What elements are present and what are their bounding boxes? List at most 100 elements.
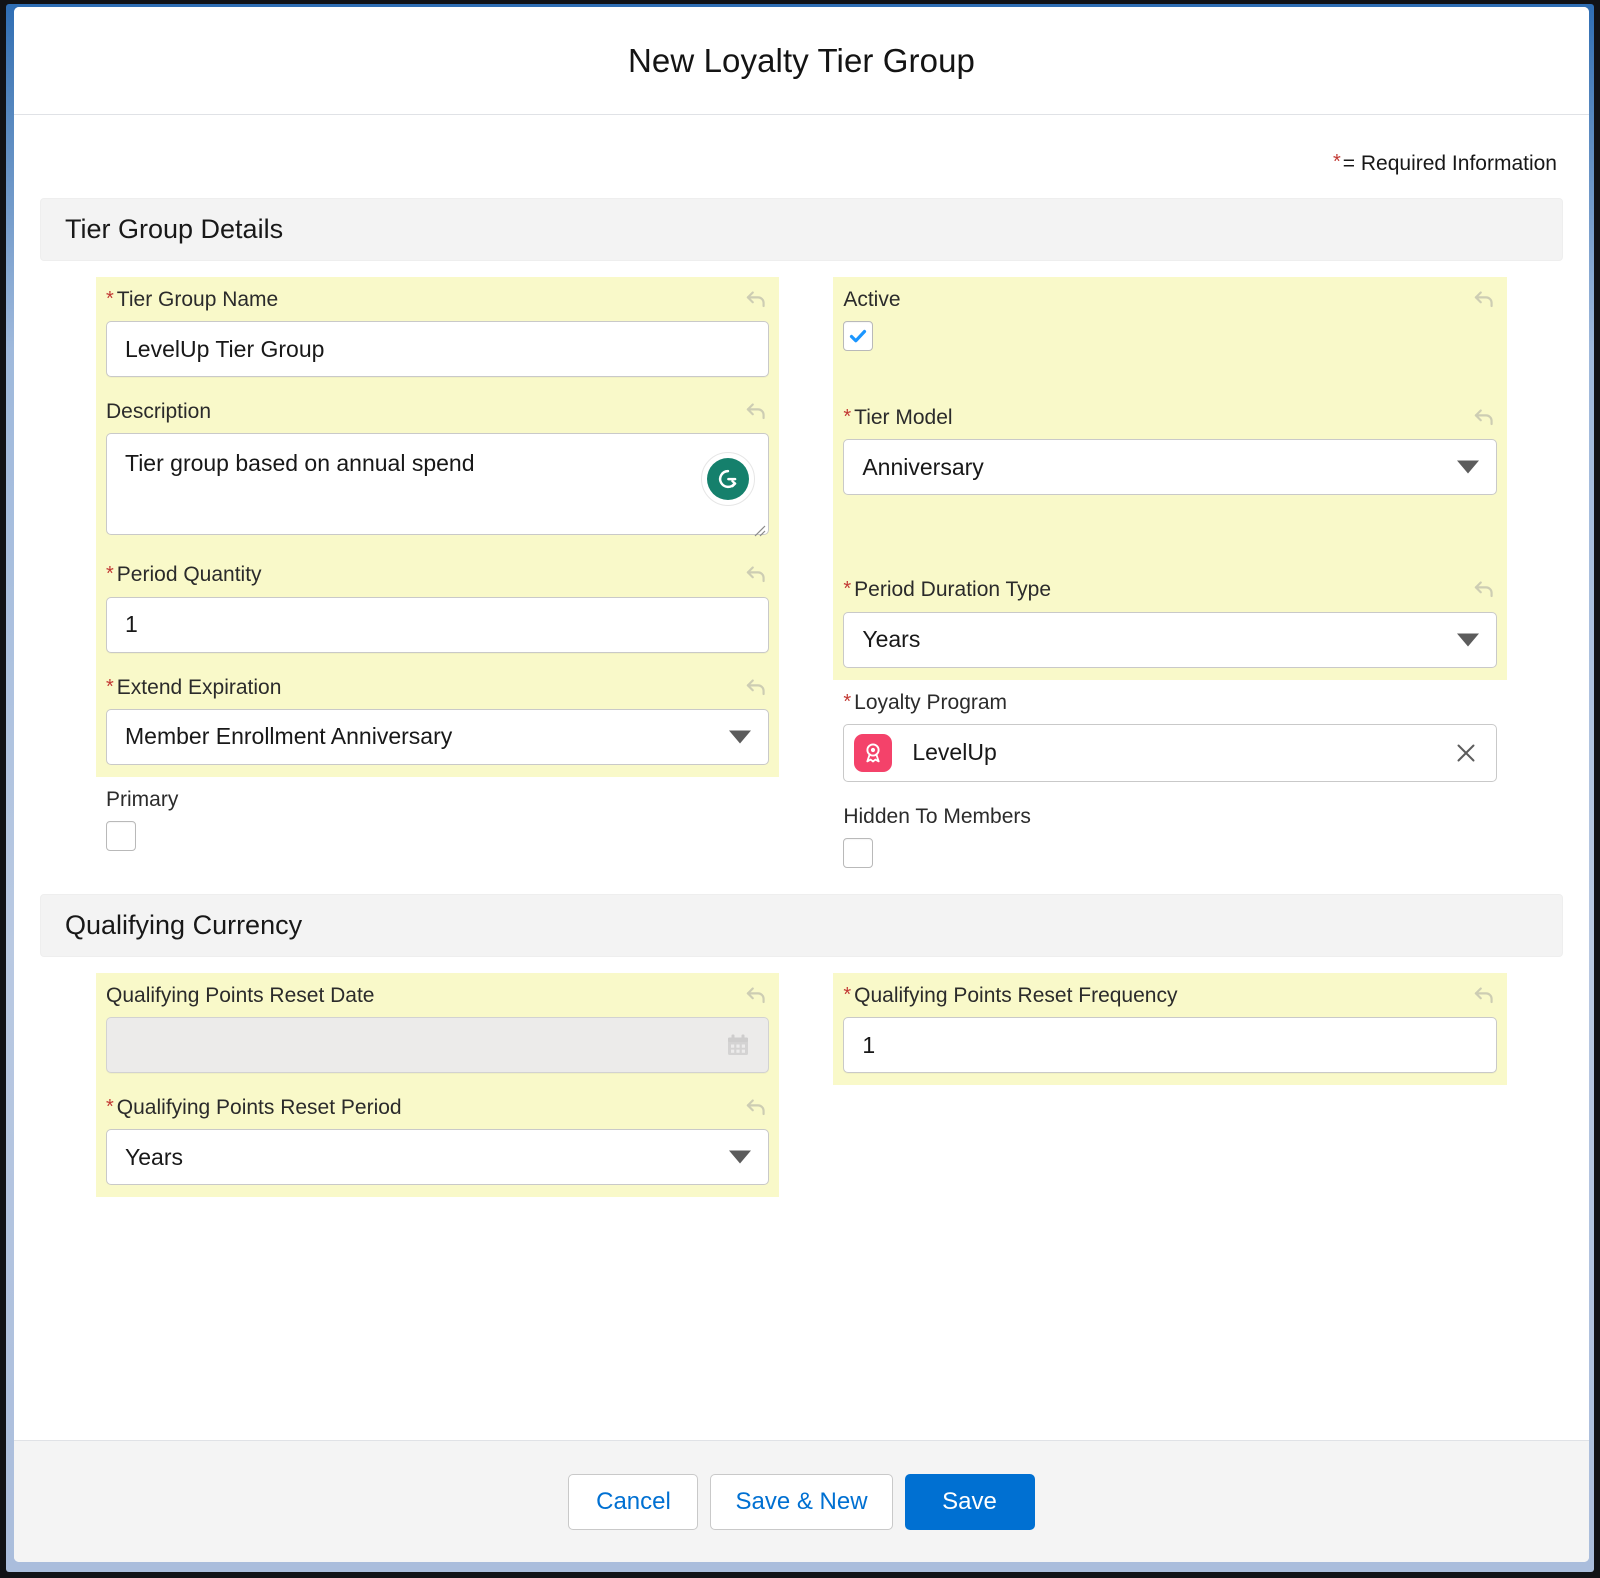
section-header-qualifying-currency: Qualifying Currency [40,894,1563,957]
period-duration-type-select-wrap: Years [843,612,1497,668]
label-text: Extend Expiration [117,676,282,699]
description-textarea-wrap [106,433,769,540]
section-header-tier-group-details: Tier Group Details [40,198,1563,261]
new-loyalty-tier-group-modal: New Loyalty Tier Group *= Required Infor… [14,7,1589,1562]
tier-group-details-left-column: *Tier Group Name Description [40,277,779,880]
qualifying-points-reset-date-input [106,1017,769,1073]
os-window-frame: New Loyalty Tier Group *= Required Infor… [0,0,1600,1578]
label-text: Loyalty Program [854,691,1007,714]
label-loyalty-program: *Loyalty Program [843,690,1497,715]
label-text: Qualifying Points Reset Date [106,984,374,1007]
required-asterisk: * [843,578,851,600]
undo-revert-icon[interactable] [743,561,769,587]
label-primary: Primary [106,787,769,812]
qualifying-currency-columns: Qualifying Points Reset Date [40,973,1563,1197]
undo-revert-icon[interactable] [743,398,769,424]
label-text: Tier Group Name [117,288,278,311]
required-asterisk: * [106,676,114,698]
cancel-button[interactable]: Cancel [568,1474,698,1530]
required-asterisk: * [843,984,851,1006]
field-primary: Primary [96,777,779,863]
label-text: Period Duration Type [854,578,1051,601]
required-asterisk: * [843,406,851,428]
undo-revert-icon[interactable] [743,982,769,1008]
field-active: Active [833,277,1507,395]
qualifying-points-reset-period-select[interactable]: Years [106,1129,769,1185]
label-tier-group-name: *Tier Group Name [106,287,769,312]
section-title: Tier Group Details [65,214,283,244]
qualifying-points-reset-period-select-wrap: Years [106,1129,769,1185]
qualifying-points-reset-date-wrap [106,1017,769,1073]
calendar-icon [725,1032,751,1058]
page-title: New Loyalty Tier Group [628,42,975,80]
tier-group-name-input[interactable] [106,321,769,377]
save-button[interactable]: Save [905,1474,1035,1530]
label-text: Hidden To Members [843,805,1031,828]
field-qualifying-points-reset-frequency: *Qualifying Points Reset Frequency [833,973,1507,1085]
label-qualifying-points-reset-date: Qualifying Points Reset Date [106,983,769,1008]
extend-expiration-select[interactable]: Member Enrollment Anniversary [106,709,769,765]
field-period-duration-type: *Period Duration Type Years [833,567,1507,679]
field-qualifying-points-reset-period: *Qualifying Points Reset Period Years [96,1085,779,1197]
tier-model-select-wrap: Anniversary [843,439,1497,495]
field-hidden-to-members: Hidden To Members [833,794,1507,880]
undo-revert-icon[interactable] [743,674,769,700]
field-tier-group-name: *Tier Group Name [96,277,779,389]
field-tier-model: *Tier Model Anniversary [833,395,1507,567]
os-window-frame-inner: New Loyalty Tier Group *= Required Infor… [6,4,1594,1572]
label-qualifying-points-reset-frequency: *Qualifying Points Reset Frequency [843,983,1497,1008]
field-description: Description [96,389,779,552]
extend-expiration-select-wrap: Member Enrollment Anniversary [106,709,769,765]
active-checkbox[interactable] [843,321,873,351]
label-period-quantity: *Period Quantity [106,562,769,587]
required-asterisk: * [843,691,851,713]
field-loyalty-program: *Loyalty Program Lev [833,680,1507,794]
label-extend-expiration: *Extend Expiration [106,675,769,700]
label-text: Period Quantity [117,563,262,586]
label-tier-model: *Tier Model [843,405,1497,430]
qualifying-points-reset-frequency-input[interactable] [843,1017,1497,1073]
hidden-to-members-checkbox[interactable] [843,838,873,868]
label-text: Qualifying Points Reset Period [117,1096,402,1119]
undo-revert-icon[interactable] [1471,286,1497,312]
tier-model-select[interactable]: Anniversary [843,439,1497,495]
close-icon[interactable] [1452,739,1480,767]
required-asterisk: * [106,563,114,585]
label-qualifying-points-reset-period: *Qualifying Points Reset Period [106,1095,769,1120]
save-and-new-button[interactable]: Save & New [710,1474,892,1530]
modal-header: New Loyalty Tier Group [14,7,1589,115]
label-text: Qualifying Points Reset Frequency [854,984,1177,1007]
label-text: Description [106,400,211,423]
tier-group-details-right-column: Active *Tier Model [823,277,1563,880]
label-hidden-to-members: Hidden To Members [843,804,1497,829]
undo-revert-icon[interactable] [743,1094,769,1120]
modal-body: *= Required Information Tier Group Detai… [14,115,1589,1440]
loyalty-program-value: LevelUp [912,739,996,766]
undo-revert-icon[interactable] [1471,404,1497,430]
undo-revert-icon[interactable] [1471,576,1497,602]
modal-footer: Cancel Save & New Save [14,1440,1589,1562]
undo-revert-icon[interactable] [1471,982,1497,1008]
label-text: Primary [106,788,178,811]
qualifying-currency-left-column: Qualifying Points Reset Date [40,973,779,1197]
loyalty-program-lookup[interactable]: LevelUp [843,724,1497,782]
description-textarea[interactable] [106,433,769,535]
label-description: Description [106,399,769,424]
field-extend-expiration: *Extend Expiration Member Enrollment Ann… [96,665,779,777]
required-asterisk: * [106,1096,114,1118]
label-text: Tier Model [854,406,952,429]
field-qualifying-points-reset-date: Qualifying Points Reset Date [96,973,779,1085]
award-ribbon-icon [854,734,892,772]
qualifying-currency-right-column: *Qualifying Points Reset Frequency [823,973,1563,1197]
label-text: Active [843,288,900,311]
section-title: Qualifying Currency [65,910,302,940]
required-legend-text: = Required Information [1343,152,1557,175]
required-asterisk: * [106,288,114,310]
period-duration-type-select[interactable]: Years [843,612,1497,668]
tier-group-details-columns: *Tier Group Name Description [40,277,1563,880]
primary-checkbox[interactable] [106,821,136,851]
field-period-quantity: *Period Quantity [96,552,779,664]
period-quantity-input[interactable] [106,597,769,653]
undo-revert-icon[interactable] [743,286,769,312]
required-information-legend: *= Required Information [40,115,1563,198]
